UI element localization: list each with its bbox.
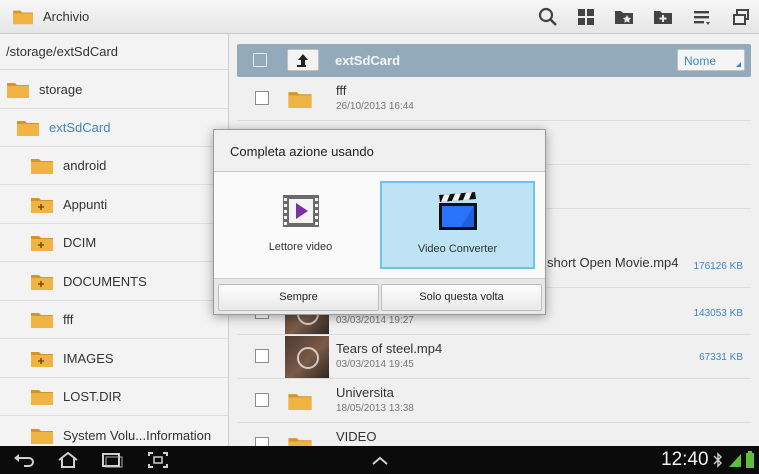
tree-item-images[interactable]: IMAGES	[0, 340, 228, 378]
clock: 12:40	[661, 449, 709, 470]
current-path: /storage/extSdCard	[0, 34, 228, 70]
row-checkbox[interactable]	[255, 393, 269, 407]
screenshot-icon[interactable]	[146, 450, 170, 470]
file-name: short Open Movie.mp4	[547, 255, 679, 270]
file-row[interactable]: VIDEO	[237, 423, 751, 446]
file-date: 03/03/2014 19:45	[336, 359, 414, 370]
file-name: fff	[336, 83, 347, 98]
folder-icon	[16, 118, 40, 137]
grid-view-icon[interactable]	[576, 7, 596, 27]
file-row[interactable]: Universita 18/05/2013 13:38	[237, 379, 751, 423]
file-name: Tears of steel.mp4	[336, 341, 443, 356]
folder-icon	[287, 391, 313, 411]
clapperboard-icon	[439, 192, 477, 230]
row-checkbox[interactable]	[255, 91, 269, 105]
file-date: 26/10/2013 16:44	[336, 101, 414, 112]
file-size: 67331 KB	[699, 352, 743, 363]
folder-icon	[30, 426, 54, 445]
video-player-icon	[283, 195, 319, 227]
file-size: 176126 KB	[693, 261, 744, 272]
recent-apps-icon[interactable]	[100, 450, 124, 470]
path-text: /storage/extSdCard	[6, 44, 119, 59]
tree-item-extsdcard[interactable]: extSdCard	[0, 109, 228, 147]
folder-plus-icon[interactable]	[30, 272, 54, 291]
tree-item-label: android	[63, 158, 107, 173]
folder-icon	[12, 8, 34, 25]
tree-item-label: DCIM	[63, 235, 97, 250]
tree-item-fff[interactable]: fff	[0, 301, 228, 339]
list-header: extSdCard Nome	[237, 44, 751, 77]
tree-item-android[interactable]: android	[0, 147, 228, 185]
tree-item-label: System Volu...Information	[63, 428, 212, 443]
file-date: 18/05/2013 13:38	[336, 403, 414, 414]
tree-item-storage[interactable]: storage	[0, 71, 228, 109]
parent-folder-button[interactable]	[287, 49, 319, 71]
battery-icon	[746, 451, 754, 468]
favorite-folder-icon[interactable]	[614, 7, 634, 27]
file-name: Universita	[336, 385, 394, 400]
just-once-button[interactable]: Solo questa volta	[381, 284, 542, 311]
tree-item-system-volume-information[interactable]: System Volu...Information	[0, 417, 228, 446]
system-navigation-bar: 12:40	[0, 446, 759, 474]
tree-item-label: fff	[63, 312, 74, 327]
tree-item-label: DOCUMENTS	[63, 274, 147, 289]
complete-action-dialog: Completa azione usando Lettore video Vid…	[213, 129, 546, 315]
option-lettore-video[interactable]: Lettore video	[223, 181, 378, 269]
dialog-title: Completa azione usando	[230, 144, 374, 159]
app-chooser: Lettore video Video Converter	[214, 172, 545, 278]
window-icon[interactable]	[731, 7, 751, 27]
back-icon[interactable]	[12, 450, 36, 470]
file-date: 03/03/2014 19:27	[336, 315, 414, 326]
option-label: Video Converter	[417, 243, 498, 255]
header-title: extSdCard	[335, 53, 401, 68]
up-arrow-icon	[297, 54, 308, 67]
tree-item-documents[interactable]: DOCUMENTS	[0, 263, 228, 301]
tree-item-label: Appunti	[63, 197, 108, 212]
folder-icon	[287, 435, 313, 446]
sort-label: Nome	[684, 54, 717, 68]
action-bar: Archivio	[0, 0, 759, 34]
tree-item-label: IMAGES	[63, 351, 114, 366]
tree-item-label: LOST.DIR	[63, 389, 122, 404]
folder-tree-pane: /storage/extSdCard storage extSdCard and…	[0, 34, 229, 446]
home-icon[interactable]	[56, 450, 80, 470]
tree-item-lost-dir[interactable]: LOST.DIR	[0, 378, 228, 416]
tree-item-appunti[interactable]: Appunti	[0, 186, 228, 224]
folder-icon	[287, 89, 313, 109]
folder-plus-icon[interactable]	[30, 349, 54, 368]
file-size: 143053 KB	[693, 308, 744, 319]
folder-icon	[6, 80, 30, 99]
folder-plus-icon[interactable]	[30, 195, 54, 214]
file-name: VIDEO	[336, 429, 377, 444]
video-thumbnail	[285, 336, 329, 378]
row-checkbox[interactable]	[255, 349, 269, 363]
select-all-checkbox[interactable]	[253, 53, 267, 67]
option-video-converter[interactable]: Video Converter	[380, 181, 535, 269]
app-title: Archivio	[43, 9, 90, 24]
folder-icon	[30, 387, 54, 406]
dialog-button-bar: Sempre Solo questa volta	[214, 278, 545, 314]
search-icon[interactable]	[538, 7, 558, 27]
file-row[interactable]: fff 26/10/2013 16:44	[237, 77, 751, 121]
signal-icon	[729, 454, 741, 467]
file-row[interactable]: Tears of steel.mp4 03/03/2014 19:45 6733…	[237, 335, 751, 379]
menu-list-icon[interactable]	[692, 7, 712, 27]
tree-item-label: extSdCard	[49, 120, 111, 135]
bluetooth-icon	[713, 452, 722, 468]
dropdown-corner-icon	[736, 62, 741, 67]
always-button[interactable]: Sempre	[218, 284, 379, 311]
folder-icon	[30, 156, 54, 175]
dialog-title-bar: Completa azione usando	[214, 130, 545, 172]
folder-icon	[30, 310, 54, 329]
tree-item-label: storage	[39, 82, 83, 97]
row-checkbox[interactable]	[255, 437, 269, 446]
sort-dropdown[interactable]: Nome	[677, 49, 745, 71]
up-chevron-icon[interactable]	[368, 450, 392, 470]
tree-item-dcim[interactable]: DCIM	[0, 224, 228, 262]
new-folder-icon[interactable]	[653, 7, 673, 27]
folder-plus-icon[interactable]	[30, 233, 54, 252]
option-label: Lettore video	[268, 241, 333, 253]
